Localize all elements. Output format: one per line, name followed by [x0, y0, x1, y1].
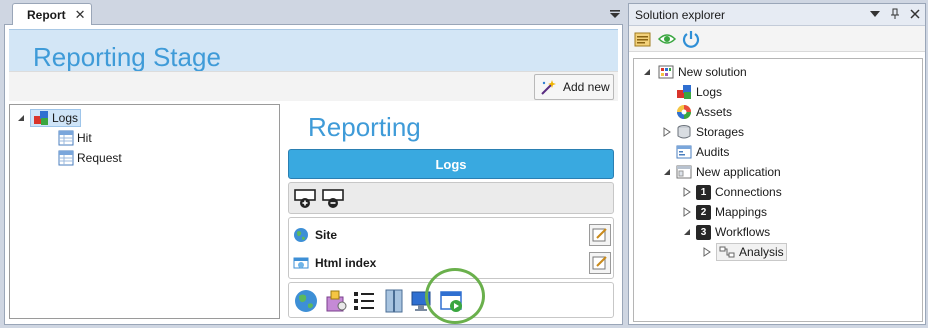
- workflow-icon: [719, 246, 735, 258]
- list-item[interactable]: Html index: [293, 250, 611, 276]
- logs-icon: [677, 85, 691, 99]
- power-icon[interactable]: [681, 29, 701, 49]
- add-new-strip: Add new: [9, 71, 618, 101]
- tree-item-label: New solution: [678, 65, 747, 79]
- solution-explorer-title: Solution explorer: [635, 7, 726, 22]
- step-number-badge: 2: [696, 204, 711, 220]
- html-index-icon: [293, 257, 309, 269]
- tree-item-label: New application: [696, 165, 781, 179]
- reporting-pane: Reporting Logs Site Html index: [284, 104, 618, 319]
- tree-item-label: Mappings: [715, 205, 768, 219]
- collapsed-arrow-icon[interactable]: [682, 187, 692, 197]
- table-icon: [58, 130, 74, 146]
- report-type-toolbar: [288, 282, 614, 318]
- package-icon[interactable]: [323, 288, 349, 314]
- tree-item-logs[interactable]: Logs: [676, 83, 722, 101]
- collapsed-arrow-icon[interactable]: [662, 127, 672, 137]
- application-icon: [676, 165, 692, 179]
- item-label: Site: [315, 228, 338, 242]
- dropdown-arrow-icon[interactable]: [869, 8, 881, 20]
- page-title: Reporting Stage: [33, 42, 221, 72]
- tree-item-logs[interactable]: Logs: [16, 109, 82, 127]
- tree-item-logs-selection: Logs: [30, 109, 82, 127]
- edit-icon: [592, 228, 607, 242]
- storage-icon: [677, 125, 691, 139]
- tree-item-storages[interactable]: Storages: [662, 123, 744, 141]
- tree-item-workflows[interactable]: 3 Workflows: [682, 223, 770, 241]
- tree-item-label: Request: [77, 151, 122, 165]
- tree-item-label: Logs: [52, 111, 79, 125]
- tree-item-mappings[interactable]: 2 Mappings: [682, 203, 767, 221]
- collapsed-arrow-icon[interactable]: [682, 207, 692, 217]
- step-number-badge: 1: [696, 184, 711, 200]
- expand-arrow-icon[interactable]: [662, 167, 672, 177]
- logs-button[interactable]: Logs: [288, 149, 614, 179]
- solution-icon: [658, 65, 674, 79]
- add-new-button[interactable]: Add new: [534, 74, 614, 100]
- assets-icon: [677, 105, 691, 119]
- expand-arrow-icon[interactable]: [16, 113, 26, 123]
- tree-item-label: Storages: [696, 125, 745, 139]
- zip-icon[interactable]: [381, 288, 407, 314]
- tree-item-label: Hit: [77, 131, 92, 145]
- tree-item-analysis[interactable]: Analysis: [702, 243, 787, 261]
- view-icon[interactable]: [657, 29, 677, 49]
- computer-icon[interactable]: [409, 288, 435, 314]
- edit-icon: [592, 256, 607, 270]
- list-item[interactable]: Site: [293, 222, 611, 248]
- report-items-list: Site Html index: [288, 217, 614, 279]
- tree-item-label: Connections: [715, 185, 782, 199]
- tree-item-new-application[interactable]: New application: [662, 163, 781, 181]
- expand-arrow-icon[interactable]: [682, 227, 692, 237]
- tree-item-analysis-selection: Analysis: [716, 243, 787, 261]
- solution-explorer-toolbar: [629, 26, 925, 52]
- tree-item-label: Logs: [696, 85, 723, 99]
- item-label: Html index: [315, 256, 377, 270]
- table-icon: [58, 150, 74, 166]
- reporting-title: Reporting: [308, 112, 421, 142]
- audits-icon: [676, 145, 692, 159]
- globe-icon: [294, 228, 308, 242]
- add-item-icon[interactable]: [293, 186, 317, 210]
- add-new-label: Add new: [563, 80, 610, 94]
- magic-wand-icon: [541, 80, 556, 95]
- pin-icon[interactable]: [889, 8, 901, 20]
- tree-item-label: Assets: [696, 105, 733, 119]
- tree-item-connections[interactable]: 1 Connections: [682, 183, 782, 201]
- step-number-badge: 3: [696, 224, 711, 240]
- properties-icon[interactable]: [633, 29, 653, 49]
- solution-explorer-panel: Solution explorer New solution Logs Asse…: [628, 3, 926, 325]
- logs-icon: [34, 111, 48, 125]
- run-window-icon[interactable]: [439, 288, 465, 314]
- close-icon[interactable]: [909, 8, 921, 20]
- collapsed-arrow-icon[interactable]: [702, 247, 712, 257]
- tab-menu-chevron-icon[interactable]: [609, 9, 621, 19]
- solution-tree: New solution Logs Assets Storages Audits…: [633, 58, 923, 322]
- globe-icon[interactable]: [293, 288, 319, 314]
- tree-item-label: Workflows: [715, 225, 771, 239]
- edit-button[interactable]: [589, 224, 611, 246]
- remove-item-icon[interactable]: [321, 186, 345, 210]
- report-tab[interactable]: Report ✕: [12, 3, 92, 25]
- solution-explorer-header: Solution explorer: [629, 4, 925, 26]
- report-document: Reporting Stage Add new Logs Hit Request…: [4, 24, 623, 325]
- tree-item-label: Analysis: [739, 245, 784, 259]
- expand-arrow-icon[interactable]: [642, 67, 652, 77]
- close-icon[interactable]: ✕: [75, 8, 86, 21]
- tree-item-hit[interactable]: Hit: [58, 129, 92, 147]
- tree-item-audits[interactable]: Audits: [676, 143, 729, 161]
- list-icon[interactable]: [351, 288, 377, 314]
- tree-item-request[interactable]: Request: [58, 149, 122, 167]
- tree-item-label: Audits: [696, 145, 730, 159]
- tree-item-new-solution[interactable]: New solution: [642, 63, 747, 81]
- edit-button[interactable]: [589, 252, 611, 274]
- logs-tree: Logs Hit Request: [9, 104, 280, 319]
- report-tab-label: Report: [27, 7, 66, 22]
- tree-item-assets[interactable]: Assets: [676, 103, 732, 121]
- reporting-controls: [288, 182, 614, 214]
